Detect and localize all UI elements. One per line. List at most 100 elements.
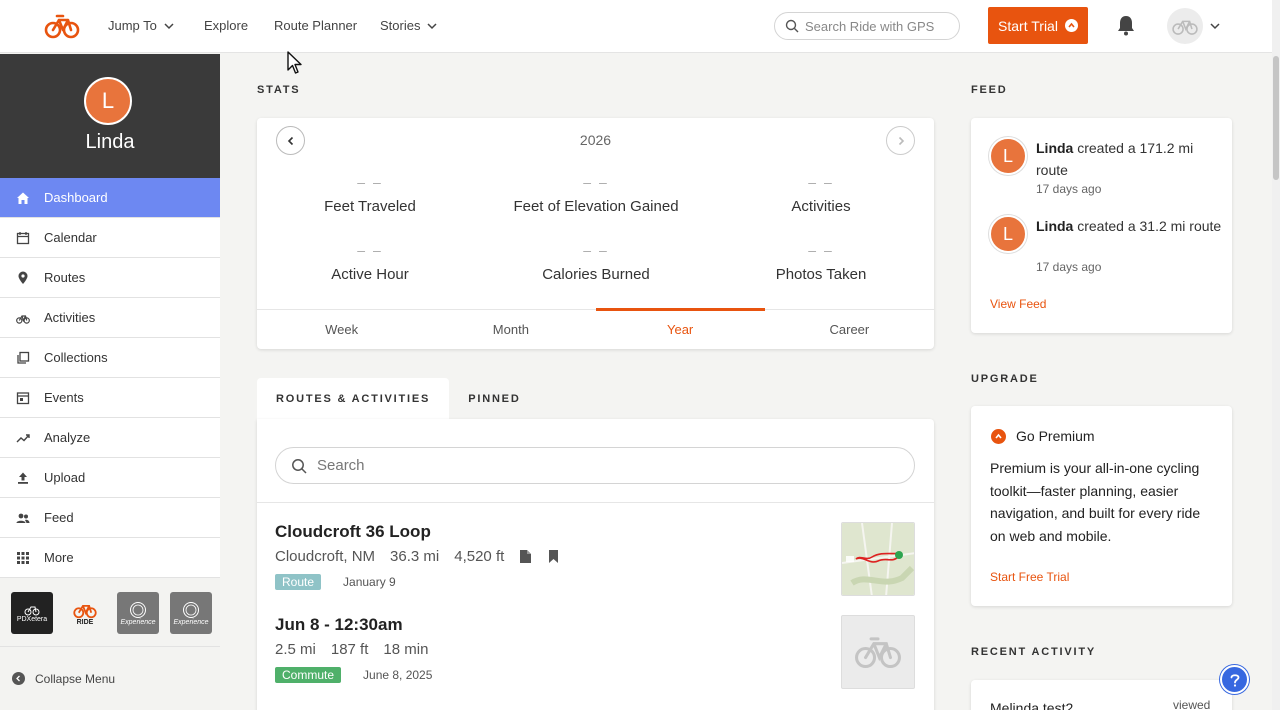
stats-title: STATS [257, 84, 301, 96]
sidebar-item-upload[interactable]: Upload [0, 458, 220, 498]
bell-icon[interactable] [1116, 14, 1136, 36]
nav-stories-label: Stories [380, 18, 421, 33]
sidebar-item-activities[interactable]: Activities [0, 298, 220, 338]
stat-label: Active Hour [331, 266, 409, 283]
profile-header: L Linda [0, 54, 220, 178]
route-title[interactable]: Cloudcroft 36 Loop [275, 522, 915, 542]
document-icon[interactable] [519, 549, 532, 564]
list-item[interactable]: Jun 8 - 12:30am 2.5 mi 187 ft 18 min Com… [275, 615, 915, 695]
feed-action: created a 31.2 mi route [1073, 218, 1222, 234]
chevron-down-icon[interactable] [1209, 20, 1221, 32]
mouse-cursor-icon [287, 51, 302, 74]
chevron-down-icon [427, 22, 437, 29]
badge-icon [183, 601, 199, 618]
sidebar-item-calendar[interactable]: Calendar [0, 218, 220, 258]
premium-description: Premium is your all-in-one cycling toolk… [990, 460, 1201, 544]
partner-pdxetera[interactable]: PDXetera [11, 592, 53, 634]
chevron-up-circle-icon [1064, 19, 1078, 32]
stat-label: Feet Traveled [324, 198, 416, 215]
period-tabs: Week Month Year Career [257, 308, 934, 349]
nav-route-planner[interactable]: Route Planner [274, 18, 357, 33]
partner-experience[interactable]: Experience [170, 592, 212, 634]
bookmark-icon[interactable] [547, 549, 560, 564]
tab-week[interactable]: Week [257, 310, 426, 349]
user-avatar-menu[interactable] [1167, 8, 1203, 44]
nav-jump-to[interactable]: Jump To [108, 18, 175, 33]
activity-duration: 18 min [383, 641, 429, 658]
recent-item-title[interactable]: Melinda test2 [990, 700, 1073, 710]
nav-route-planner-label: Route Planner [274, 18, 358, 33]
stats-card: 2026 – – Feet Traveled – – Feet of Elevati… [257, 118, 934, 349]
grid-icon [17, 551, 29, 564]
route-search-input[interactable] [317, 457, 897, 474]
route-location: Cloudcroft, NM [275, 548, 376, 565]
tab-routes-activities[interactable]: ROUTES & ACTIVITIES [257, 378, 450, 420]
global-search-input[interactable] [805, 18, 955, 34]
chevron-right-icon [898, 136, 904, 145]
stat-label: Feet of Elevation Gained [513, 198, 679, 215]
activity-badge: Commute [275, 667, 342, 683]
ride-with-gps-logo-icon[interactable] [44, 12, 80, 40]
activity-thumbnail[interactable] [841, 615, 915, 689]
bike-icon [73, 604, 97, 618]
route-search[interactable] [275, 447, 915, 484]
list-item[interactable]: Cloudcroft 36 Loop Cloudcroft, NM 36.3 m… [275, 522, 915, 602]
collections-icon [17, 351, 30, 364]
stat-feet-traveled: – – Feet Traveled [257, 174, 483, 215]
activity-title[interactable]: Jun 8 - 12:30am [275, 615, 915, 635]
feed-title: FEED [971, 84, 1008, 96]
sidebar-item-analyze[interactable]: Analyze [0, 418, 220, 458]
avatar[interactable]: L [989, 137, 1027, 175]
tab-month[interactable]: Month [426, 310, 595, 349]
route-sub: Route January 9 [275, 574, 915, 590]
route-meta: Cloudcroft, NM 36.3 mi 4,520 ft [275, 548, 915, 565]
nav-stories[interactable]: Stories [380, 18, 438, 33]
route-map-thumbnail[interactable] [841, 522, 915, 596]
feed-user-name[interactable]: Linda [1036, 218, 1073, 234]
recent-activity-title: RECENT ACTIVITY [971, 646, 1096, 658]
upload-icon [18, 472, 28, 484]
activity-meta: 2.5 mi 187 ft 18 min [275, 641, 915, 658]
page-scrollbar[interactable] [1272, 0, 1280, 710]
events-icon [16, 391, 30, 404]
sidebar-item-more[interactable]: More [0, 538, 220, 578]
tab-pinned[interactable]: PINNED [449, 378, 539, 420]
sidebar-item-feed[interactable]: Feed [0, 498, 220, 538]
feed-user-name[interactable]: Linda [1036, 140, 1073, 156]
sidebar-item-dashboard[interactable]: Dashboard [0, 178, 220, 218]
sidebar-item-routes[interactable]: Routes [0, 258, 220, 298]
sidebar-item-label: Dashboard [44, 190, 108, 205]
divider [257, 502, 934, 503]
collapse-menu-button[interactable]: Collapse Menu [0, 646, 220, 710]
nav-jump-to-label: Jump To [108, 18, 157, 33]
search-icon [785, 19, 799, 33]
start-free-trial-link[interactable]: Start Free Trial [990, 570, 1069, 584]
upgrade-card: Go Premium Premium is your all-in-one cy… [971, 406, 1232, 606]
stat-label: Photos Taken [775, 266, 867, 283]
view-feed-link[interactable]: View Feed [990, 297, 1046, 311]
partner-experience[interactable]: Experience [117, 592, 159, 634]
global-search[interactable] [774, 12, 960, 40]
next-year-button[interactable] [886, 126, 915, 155]
tab-career[interactable]: Career [765, 310, 934, 349]
avatar[interactable]: L [84, 77, 132, 125]
start-trial-button[interactable]: Start Trial [988, 7, 1088, 44]
partner-ride[interactable]: RIDE [64, 592, 106, 634]
bike-icon [24, 606, 40, 615]
feed-text: Linda created a 171.2 mi route [1036, 137, 1226, 181]
routes-card: Cloudcroft 36 Loop Cloudcroft, NM 36.3 m… [257, 419, 934, 710]
tab-year[interactable]: Year [595, 308, 766, 349]
premium-heading: Go Premium [991, 428, 1095, 444]
sidebar-item-label: Calendar [44, 230, 97, 245]
trend-icon [16, 433, 30, 442]
stat-value: – – [808, 174, 834, 190]
sidebar-item-events[interactable]: Events [0, 378, 220, 418]
sidebar-item-label: Upload [44, 470, 86, 485]
chevron-left-circle-icon [12, 672, 25, 685]
nav-explore[interactable]: Explore [204, 18, 248, 33]
avatar[interactable]: L [989, 215, 1027, 253]
help-button[interactable] [1220, 665, 1249, 694]
sidebar-item-collections[interactable]: Collections [0, 338, 220, 378]
scrollbar-thumb[interactable] [1273, 56, 1279, 180]
stat-calories-burned: – – Calories Burned [483, 242, 709, 283]
